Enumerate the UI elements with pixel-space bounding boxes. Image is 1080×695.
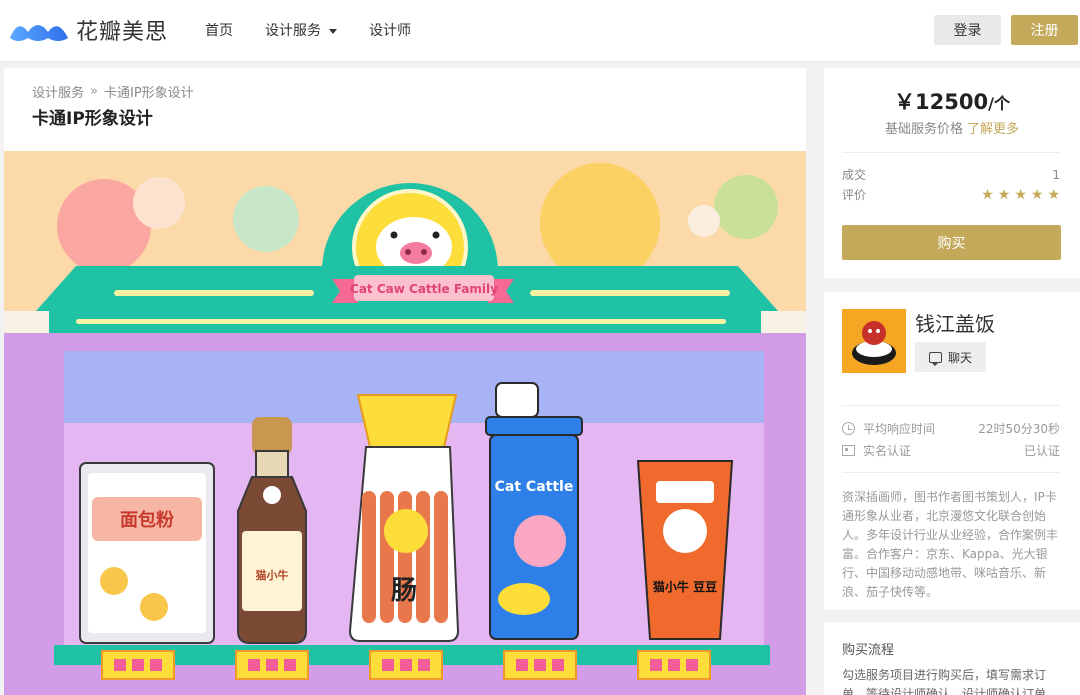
logo-main-text: 花瓣 <box>76 20 123 45</box>
logo-text: 花瓣美思 <box>76 14 168 46</box>
verify-label: 实名认证 <box>863 444 912 458</box>
divider <box>842 152 1060 153</box>
rating-row: 评价 ★ ★ ★ ★ ★ <box>842 186 1060 203</box>
top-navigation-bar: 花瓣美思 首页 设计服务 设计师 登录 注册 <box>0 0 1080 62</box>
sausage-label: 肠 <box>391 576 417 606</box>
avatar-image <box>842 309 906 373</box>
purchase-flow-text: 勾选服务项目进行购买后，填写需求订单，等待设计师确认，设计师确认订单 <box>842 668 1047 695</box>
response-value: 22时50分30秒 <box>978 422 1060 436</box>
learn-more-link[interactable]: 了解更多 <box>967 122 1019 137</box>
verify-value: 已认证 <box>1023 444 1060 458</box>
bottle-label: 猫小牛 <box>256 568 289 582</box>
chat-button[interactable]: 聊天 <box>915 342 986 372</box>
tube-label: 猫小牛 豆豆 <box>653 579 717 594</box>
star-icon: ★ <box>997 186 1011 203</box>
rating-label: 评价 <box>842 188 867 202</box>
bubble-green <box>233 186 299 252</box>
bubble-yellow <box>540 163 660 283</box>
nav-design-services[interactable]: 设计服务 <box>265 20 337 40</box>
product-sausage-bag: 肠 <box>348 394 460 642</box>
designer-name[interactable]: 钱江盖饭 <box>915 308 995 337</box>
deals-value: 1 <box>1052 167 1060 182</box>
cow-nose <box>400 242 432 264</box>
id-card-icon <box>842 445 855 456</box>
breadcrumb-root[interactable]: 设计服务 <box>32 82 84 101</box>
main-nav: 首页 设计服务 设计师 <box>205 20 443 40</box>
purchase-flow-card: 购买流程 勾选服务项目进行购买后，填写需求订单，等待设计师确认，设计师确认订单 <box>824 622 1080 695</box>
price-amount: ￥12500 <box>894 90 989 114</box>
avatar[interactable] <box>842 309 906 373</box>
nav-design-services-label: 设计服务 <box>265 23 321 39</box>
flour-label: 面包粉 <box>120 509 174 531</box>
bubble-lime <box>714 175 778 239</box>
product-snack-tube: 猫小牛 豆豆 <box>636 460 734 640</box>
star-icon: ★ <box>1030 186 1044 203</box>
logo-sub-text: 美思 <box>122 20 169 45</box>
can-label: Cat Cattle <box>495 479 574 495</box>
response-label: 平均响应时间 <box>863 422 936 436</box>
logo-mark-icon <box>10 25 68 41</box>
breadcrumb-current[interactable]: 卡通IP形象设计 <box>104 82 194 101</box>
response-time-row: 平均响应时间 22时50分30秒 <box>842 420 1060 437</box>
banner-text: Cat Caw Cattle Family <box>350 282 498 296</box>
product-flour-bag: 面包粉 <box>79 462 215 644</box>
divider <box>842 405 1060 406</box>
bubble-white <box>133 177 185 229</box>
hero-illustration: Cat Caw Cattle Family 面包粉 猫小牛 肠 Cat Catt… <box>4 151 806 695</box>
nav-home[interactable]: 首页 <box>205 20 233 40</box>
designer-bio: 资深插画师，图书作者图书策划人，IP卡通形象从业者，北京漫悠文化联合创始人。多年… <box>842 490 1059 599</box>
buy-button[interactable]: 购买 <box>842 225 1061 260</box>
star-icon: ★ <box>1047 186 1060 203</box>
deals-row: 成交 1 <box>842 166 1060 183</box>
breadcrumb-separator: » <box>90 84 98 99</box>
chat-icon <box>928 351 942 366</box>
deals-label: 成交 <box>842 168 867 182</box>
login-button[interactable]: 登录 <box>934 15 1001 45</box>
bubble-light <box>688 205 720 237</box>
logo[interactable]: 花瓣美思 <box>8 14 168 46</box>
designer-card: 钱江盖饭 聊天 平均响应时间 22时50分30秒 实名认证 已认证 资深插画师，… <box>824 292 1080 610</box>
star-icon: ★ <box>1014 186 1027 203</box>
register-button[interactable]: 注册 <box>1011 15 1078 45</box>
page-title: 卡通IP形象设计 <box>32 109 153 129</box>
price-unit: /个 <box>988 94 1010 113</box>
clock-icon <box>842 422 855 435</box>
price-card: ￥12500/个 基础服务价格 了解更多 成交 1 评价 ★ ★ ★ ★ ★ 购买 <box>824 68 1080 278</box>
product-chips-can: Cat Cattle <box>485 382 583 640</box>
service-price: ￥12500/个 <box>824 86 1080 116</box>
nav-designers[interactable]: 设计师 <box>369 20 411 40</box>
breadcrumb: 设计服务 » 卡通IP形象设计 <box>32 82 194 101</box>
star-icon: ★ <box>981 186 994 203</box>
divider <box>842 472 1060 473</box>
service-detail-panel: 设计服务 » 卡通IP形象设计 卡通IP形象设计 Cat Caw Cattle … <box>4 68 806 695</box>
rating-stars: ★ ★ ★ ★ ★ <box>977 187 1060 203</box>
price-note: 基础服务价格 <box>884 122 963 137</box>
purchase-flow-title: 购买流程 <box>842 643 895 658</box>
price-note-row: 基础服务价格 了解更多 <box>824 118 1080 137</box>
chat-button-label: 聊天 <box>947 350 972 365</box>
chevron-down-icon <box>329 28 337 34</box>
verification-row: 实名认证 已认证 <box>842 442 1060 459</box>
